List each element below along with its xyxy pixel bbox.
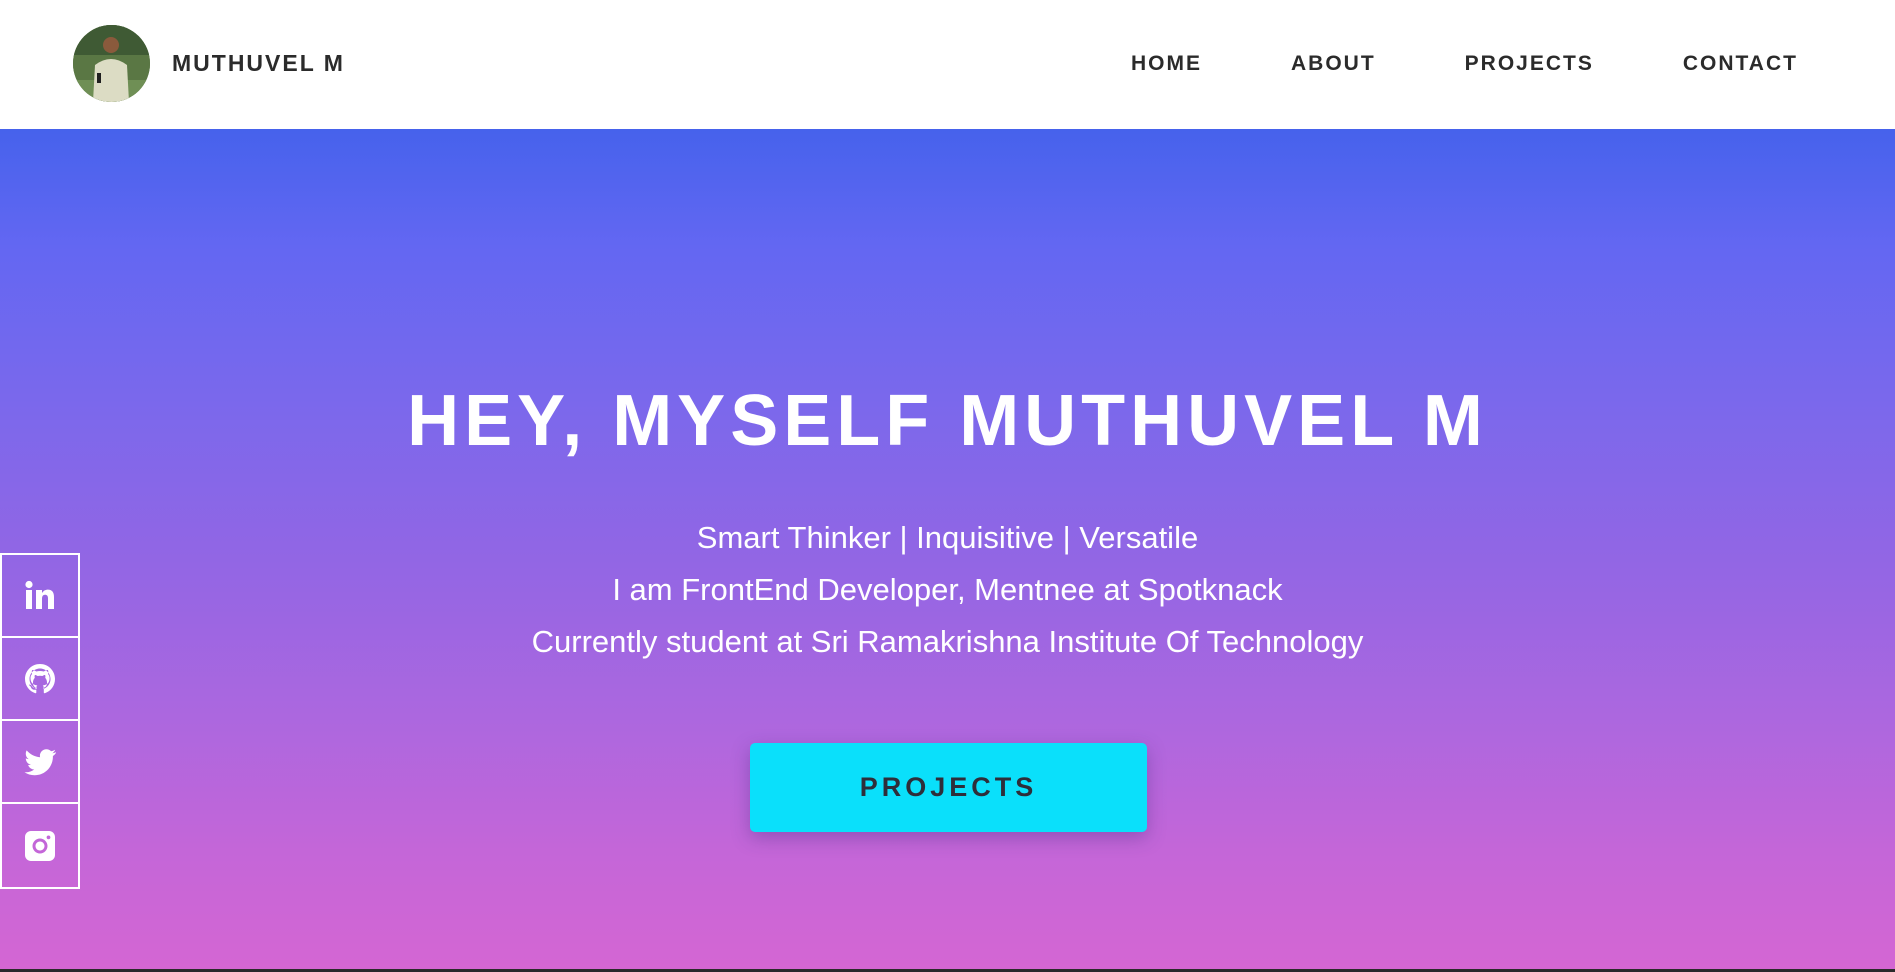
hero-description: Smart Thinker | Inquisitive | Versatile … [0, 512, 1895, 668]
main-nav: HOME ABOUT PROJECTS CONTACT [1131, 48, 1798, 80]
github-icon [25, 663, 55, 693]
social-linkedin-link[interactable] [2, 555, 78, 638]
avatar [73, 25, 150, 102]
brand-name: MUTHUVEL M [172, 50, 345, 76]
nav-projects-link[interactable]: PROJECTS [1465, 48, 1594, 80]
hero-role: I am FrontEnd Developer, Mentnee at Spot… [612, 572, 1283, 607]
hero-title: HEY, MYSELF MUTHUVEL M [407, 381, 1488, 461]
nav-contact-link[interactable]: CONTACT [1683, 48, 1798, 80]
nav-home-link[interactable]: HOME [1131, 48, 1202, 80]
twitter-icon [24, 748, 56, 775]
hero-section: HEY, MYSELF MUTHUVEL M Smart Thinker | I… [0, 129, 1895, 969]
instagram-icon [25, 830, 55, 861]
social-sidebar [0, 553, 80, 889]
social-twitter-link[interactable] [2, 721, 78, 804]
site-header: MUTHUVEL M HOME ABOUT PROJECTS CONTACT [0, 0, 1895, 129]
social-instagram-link[interactable] [2, 804, 78, 887]
profile-photo-icon [73, 25, 150, 102]
projects-button[interactable]: PROJECTS [750, 743, 1147, 832]
social-github-link[interactable] [2, 638, 78, 721]
hero-education: Currently student at Sri Ramakrishna Ins… [531, 624, 1364, 659]
hero-tagline: Smart Thinker | Inquisitive | Versatile [696, 520, 1199, 555]
nav-about-link[interactable]: ABOUT [1291, 48, 1376, 80]
brand[interactable]: MUTHUVEL M [73, 25, 345, 102]
linkedin-icon [25, 580, 54, 609]
